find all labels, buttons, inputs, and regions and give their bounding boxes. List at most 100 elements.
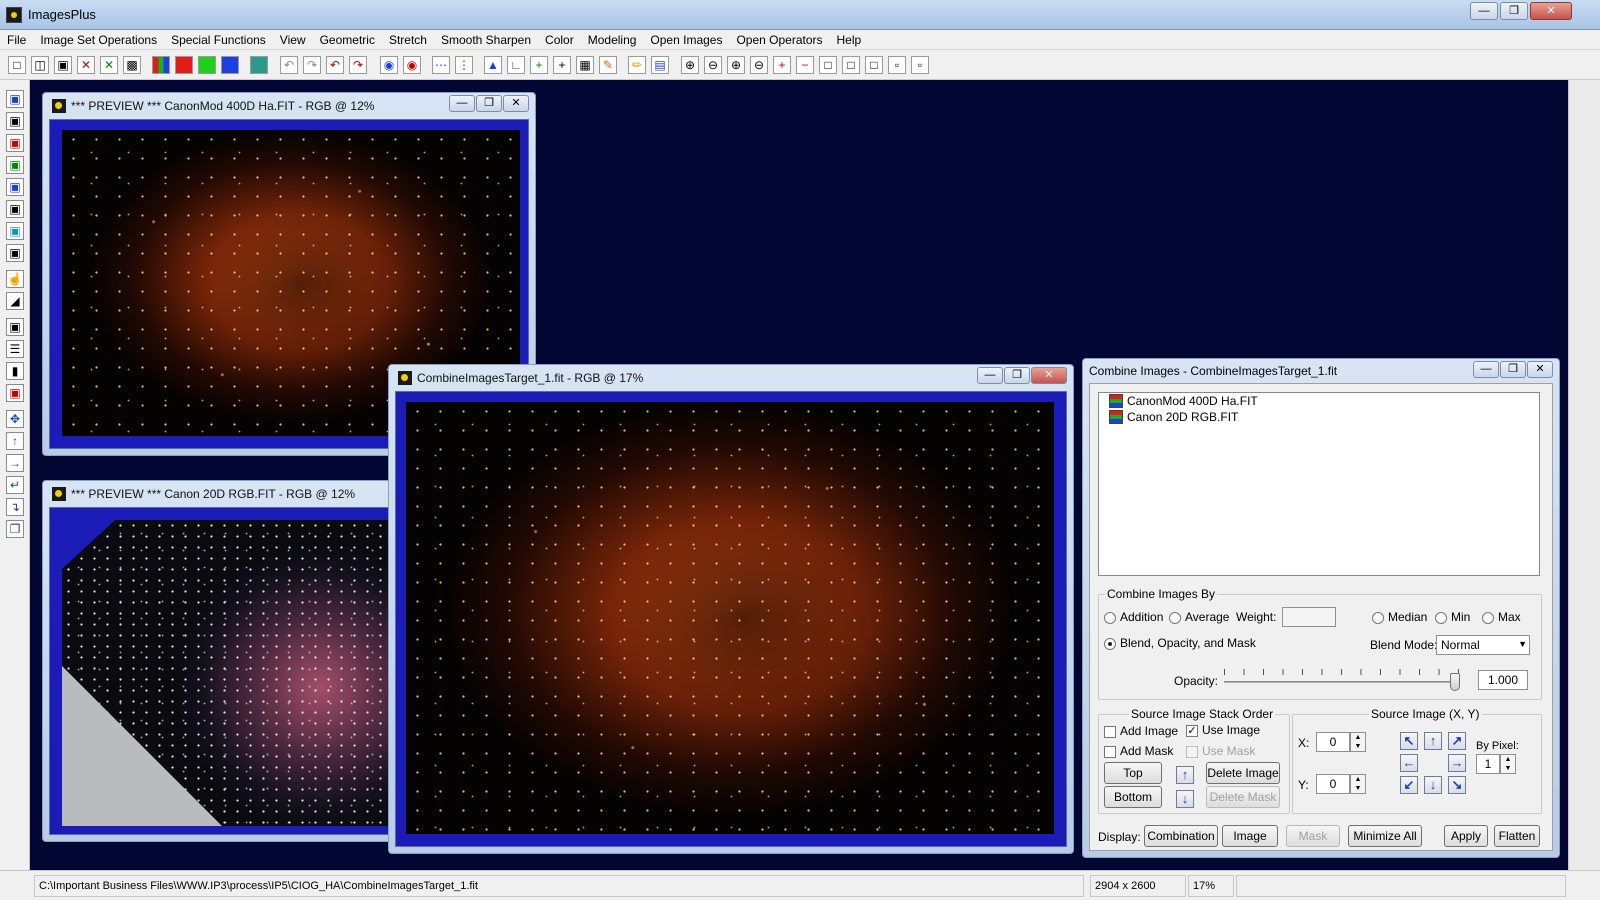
- close-button[interactable]: ✕: [503, 95, 529, 112]
- save-tool-icon[interactable]: ▣: [6, 90, 24, 108]
- arrow-down-left-icon[interactable]: ↙: [1400, 776, 1418, 794]
- rotate-right-tool-icon[interactable]: ↴: [6, 498, 24, 516]
- frame-3-icon[interactable]: □: [865, 56, 883, 74]
- arrow-right-tool-icon[interactable]: →: [6, 454, 24, 472]
- arrow-down-right-icon[interactable]: ↘: [1448, 776, 1466, 794]
- median-radio[interactable]: Median: [1372, 610, 1427, 624]
- points-icon[interactable]: ⋮: [455, 56, 473, 74]
- menu-modeling[interactable]: Modeling: [581, 30, 644, 49]
- rotate-left-tool-icon[interactable]: ↵: [6, 476, 24, 494]
- flatten-button[interactable]: Flatten: [1494, 825, 1540, 847]
- menu-color[interactable]: Color: [538, 30, 581, 49]
- restore-button[interactable]: ❐: [476, 95, 502, 112]
- gradient-tool-icon[interactable]: ◢: [6, 292, 24, 310]
- preview-rgb-canvas[interactable]: [49, 507, 435, 835]
- list-item[interactable]: CanonMod 400D Ha.FIT: [1109, 393, 1258, 409]
- circle-mask-icon[interactable]: ◉: [403, 56, 421, 74]
- bottom-button[interactable]: Bottom: [1104, 786, 1162, 808]
- target-canvas[interactable]: [395, 391, 1067, 847]
- list-item[interactable]: Canon 20D RGB.FIT: [1109, 409, 1238, 425]
- arrow-left-icon[interactable]: ←: [1400, 754, 1418, 772]
- new-file-icon[interactable]: □: [8, 56, 26, 74]
- curves-icon[interactable]: ∟: [507, 56, 525, 74]
- close-image-icon[interactable]: ✕: [77, 56, 95, 74]
- frame-4-icon[interactable]: ▫: [888, 56, 906, 74]
- blue-tool-icon[interactable]: ▣: [6, 178, 24, 196]
- arrow-up-left-icon[interactable]: ↖: [1400, 732, 1418, 750]
- rgb-channels-icon[interactable]: [152, 56, 170, 74]
- crosshair-green-icon[interactable]: +: [530, 56, 548, 74]
- add-image-checkbox[interactable]: Add Image: [1104, 724, 1178, 738]
- crop-tool-icon[interactable]: ▣: [6, 384, 24, 402]
- layers-icon[interactable]: ▤: [651, 56, 669, 74]
- minimize-all-button[interactable]: Minimize All: [1348, 825, 1422, 847]
- slider-thumb[interactable]: [1450, 673, 1460, 691]
- redo-icon[interactable]: ↷: [303, 56, 321, 74]
- open-folder-icon[interactable]: ◫: [31, 56, 49, 74]
- combine-images-dialog[interactable]: Combine Images - CombineImagesTarget_1.f…: [1082, 358, 1560, 858]
- preview-ha-titlebar[interactable]: *** PREVIEW *** CanonMod 400D Ha.FIT - R…: [49, 93, 529, 119]
- save-icon[interactable]: ▣: [54, 56, 72, 74]
- duplicate-tool-icon[interactable]: ❐: [6, 520, 24, 538]
- minimize-button[interactable]: —: [977, 367, 1003, 384]
- blend-mode-select[interactable]: Normal ▼: [1436, 635, 1530, 655]
- blend-radio[interactable]: Blend, Opacity, and Mask: [1104, 636, 1256, 650]
- preview-rgb-titlebar[interactable]: *** PREVIEW *** Canon 20D RGB.FIT - RGB …: [49, 481, 435, 507]
- restore-button[interactable]: ❐: [1500, 361, 1526, 378]
- circle-select-icon[interactable]: ◉: [380, 56, 398, 74]
- mask-button[interactable]: Mask: [1286, 825, 1340, 847]
- app-minimize-button[interactable]: —: [1470, 2, 1498, 20]
- minimize-button[interactable]: —: [449, 95, 475, 112]
- opacity-slider[interactable]: [1224, 667, 1460, 693]
- menu-open-images[interactable]: Open Images: [643, 30, 729, 49]
- restore-button[interactable]: ❐: [1004, 367, 1030, 384]
- hand-tool-icon[interactable]: ☝: [6, 270, 24, 288]
- luminance-tool-icon[interactable]: ▣: [6, 200, 24, 218]
- menu-image-set-operations[interactable]: Image Set Operations: [33, 30, 164, 49]
- x-offset-input[interactable]: 0: [1316, 732, 1350, 752]
- combination-button[interactable]: Combination: [1144, 825, 1218, 847]
- remove-box-icon[interactable]: −: [796, 56, 814, 74]
- close-all-icon[interactable]: ✕: [100, 56, 118, 74]
- red-tool-icon[interactable]: ▣: [6, 134, 24, 152]
- opacity-input[interactable]: 1.000: [1478, 670, 1528, 690]
- delete-image-button[interactable]: Delete Image: [1206, 762, 1280, 784]
- histogram-icon[interactable]: ▲: [484, 56, 502, 74]
- pencil-icon[interactable]: ✏: [628, 56, 646, 74]
- grid-icon[interactable]: [250, 56, 268, 74]
- y-offset-stepper[interactable]: ▲ ▼: [1350, 774, 1366, 794]
- close-button[interactable]: ✕: [1031, 367, 1067, 384]
- undo-all-icon[interactable]: ↶: [326, 56, 344, 74]
- x-offset-stepper[interactable]: ▲ ▼: [1350, 732, 1366, 752]
- app-close-button[interactable]: ✕: [1530, 2, 1572, 20]
- cyan-tool-icon[interactable]: ▣: [6, 222, 24, 240]
- grid-select-icon[interactable]: ▦: [576, 56, 594, 74]
- menu-geometric[interactable]: Geometric: [313, 30, 382, 49]
- target-image-window[interactable]: CombineImagesTarget_1.fit - RGB @ 17% — …: [388, 364, 1074, 854]
- close-button[interactable]: ✕: [1527, 361, 1553, 378]
- arrow-up-icon[interactable]: ↑: [1424, 732, 1442, 750]
- bars-tool-icon[interactable]: ☰: [6, 340, 24, 358]
- use-mask-checkbox[interactable]: Use Mask: [1186, 744, 1255, 758]
- green-tool-icon[interactable]: ▣: [6, 156, 24, 174]
- blue-channel-icon[interactable]: [221, 56, 239, 74]
- menu-special-functions[interactable]: Special Functions: [164, 30, 273, 49]
- by-pixel-input[interactable]: 1: [1476, 754, 1500, 774]
- app-restore-button[interactable]: ❐: [1500, 2, 1528, 20]
- crosshair-icon[interactable]: +: [553, 56, 571, 74]
- select-tool-icon[interactable]: ▣: [6, 318, 24, 336]
- workspace-scrollbar[interactable]: [1568, 80, 1600, 870]
- average-radio[interactable]: Average: [1169, 610, 1229, 624]
- min-radio[interactable]: Min: [1435, 610, 1470, 624]
- menu-open-operators[interactable]: Open Operators: [729, 30, 829, 49]
- addition-radio[interactable]: Addition: [1104, 610, 1163, 624]
- menu-help[interactable]: Help: [830, 30, 869, 49]
- arrow-up-right-icon[interactable]: ↗: [1448, 732, 1466, 750]
- undo-icon[interactable]: ↶: [280, 56, 298, 74]
- arrow-up-tool-icon[interactable]: ↑: [6, 432, 24, 450]
- arrow-down-icon[interactable]: ↓: [1424, 776, 1442, 794]
- black-white-icon[interactable]: ▣: [6, 112, 24, 130]
- top-button[interactable]: Top: [1104, 762, 1162, 784]
- move-up-icon[interactable]: ↑: [1176, 766, 1194, 784]
- frame-2-icon[interactable]: □: [842, 56, 860, 74]
